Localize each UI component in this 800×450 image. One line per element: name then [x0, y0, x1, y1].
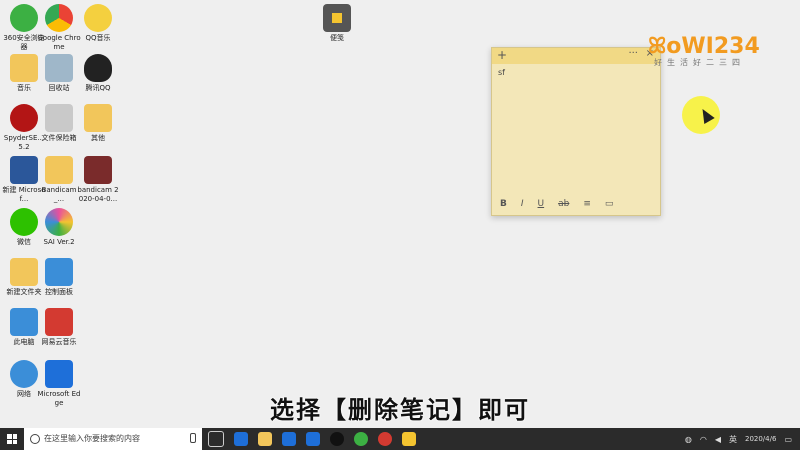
desktop-icon-label: 回收站 — [48, 84, 70, 92]
mail-icon[interactable] — [282, 432, 296, 446]
folder-icon — [45, 156, 73, 184]
file-vault-icon — [45, 104, 73, 132]
bullet-list-button[interactable]: ≡ — [583, 199, 591, 209]
note-text-area[interactable]: sf — [492, 64, 660, 81]
wechat-icon — [10, 208, 38, 236]
underline-button[interactable]: U — [538, 199, 545, 209]
recycle-bin-icon — [45, 54, 73, 82]
taskbar: 在这里输入你要搜索的内容 ◍ ◠ ◀ 英 2020/4/6 ▭ — [0, 428, 800, 450]
desktop-icon-bandicam-folder[interactable]: Bandicam_... — [37, 156, 81, 204]
word-doc-icon — [10, 156, 38, 184]
desktop-icon-label: 网易云音乐 — [41, 338, 77, 346]
desktop-icon-label: SAI Ver.2 — [43, 238, 75, 246]
search-icon — [30, 434, 40, 444]
folder-icon — [84, 104, 112, 132]
microphone-icon[interactable] — [190, 433, 196, 443]
edge-icon[interactable] — [306, 432, 320, 446]
windows-logo-icon — [7, 434, 17, 444]
task-view-icon[interactable] — [208, 431, 224, 447]
desktop-icon-chrome[interactable]: Google Chrome — [37, 4, 81, 52]
formatting-toolbar: B I U ab ≡ ▭ — [492, 197, 668, 211]
desktop-icon-bandicam-video[interactable]: bandicam 2020-04-0... — [76, 156, 120, 204]
desktop-icon-label: QQ音乐 — [85, 34, 111, 42]
desktop-icon-control-panel[interactable]: 控制面板 — [37, 258, 81, 297]
network-tray-icon[interactable]: ◠ — [700, 435, 707, 444]
control-panel-icon — [45, 258, 73, 286]
desktop-icon-sticky-notes[interactable]: 便笺 — [315, 4, 359, 43]
netease-music-icon — [45, 308, 73, 336]
desktop-icon-label: 便笺 — [330, 34, 344, 42]
desktop-icon-qq-music[interactable]: QQ音乐 — [76, 4, 120, 43]
sticky-notes-icon — [323, 4, 351, 32]
more-options-button[interactable]: ··· — [628, 48, 638, 59]
search-placeholder: 在这里输入你要搜索的内容 — [44, 434, 140, 443]
desktop-icon-recycle-bin[interactable]: 回收站 — [37, 54, 81, 93]
sai-icon — [45, 208, 73, 236]
computer-icon — [10, 308, 38, 336]
desktop-icon-file-vault[interactable]: 文件保险箱 — [37, 104, 81, 143]
italic-button[interactable]: I — [521, 199, 524, 209]
desktop-icon-label: 控制面板 — [45, 288, 73, 296]
sticky-note-window[interactable]: + ··· × sf B I U ab ≡ ▭ — [491, 47, 661, 216]
qq-penguin-icon — [84, 54, 112, 82]
desktop-icon-netease-music[interactable]: 网易云音乐 — [37, 308, 81, 347]
desktop-icon-label: 其他 — [91, 134, 105, 142]
clock[interactable]: 2020/4/6 — [745, 435, 776, 444]
store-icon[interactable] — [234, 432, 248, 446]
note-content: sf — [498, 68, 505, 77]
sticky-note-header[interactable]: + ··· × — [492, 48, 660, 64]
taskbar-search-box[interactable]: 在这里输入你要搜索的内容 — [24, 428, 202, 450]
desktop-icon-label: bandicam 2020-04-0... — [77, 186, 119, 203]
input-method-indicator[interactable]: 英 — [729, 434, 737, 445]
browser-360-icon — [10, 4, 38, 32]
desktop: 360安全浏览器 音乐 SpyderSE... 5.2 新建 Microsof.… — [0, 0, 800, 428]
bold-button[interactable]: B — [500, 199, 507, 209]
volume-icon[interactable]: ◀ — [715, 435, 721, 444]
chrome-icon — [45, 4, 73, 32]
edge-icon — [45, 360, 73, 388]
video-subtitle: 选择【删除笔记】即可 — [270, 396, 530, 424]
pinned-apps — [208, 428, 416, 450]
qq-penguin-icon[interactable] — [330, 432, 344, 446]
folder-icon — [10, 258, 38, 286]
spyder-icon — [10, 104, 38, 132]
qq-music-icon — [84, 4, 112, 32]
video-file-icon — [84, 156, 112, 184]
watermark-slogan: 好生活好二三四 — [654, 58, 745, 67]
desktop-icon-label: 文件保险箱 — [41, 134, 77, 142]
desktop-icon-qq[interactable]: 腾讯QQ — [76, 54, 120, 93]
record-icon[interactable] — [378, 432, 392, 446]
system-tray: ◍ ◠ ◀ 英 2020/4/6 ▭ — [685, 428, 792, 450]
desktop-icon-sai[interactable]: SAI Ver.2 — [37, 208, 81, 247]
folder-icon — [10, 54, 38, 82]
notifications-icon[interactable]: ▭ — [784, 435, 792, 444]
desktop-icon-label: Google Chrome — [37, 34, 81, 51]
network-icon — [10, 360, 38, 388]
browser-360-icon[interactable] — [354, 432, 368, 446]
strikethrough-button[interactable]: ab — [558, 199, 569, 209]
explorer-icon[interactable] — [258, 432, 272, 446]
insert-image-button[interactable]: ▭ — [605, 199, 614, 209]
watermark-brand: ꕤoWI234 — [648, 34, 760, 59]
desktop-icon-other-folder[interactable]: 其他 — [76, 104, 120, 143]
desktop-icon-label: 腾讯QQ — [85, 84, 111, 92]
desktop-icon-label: Bandicam_... — [41, 186, 77, 203]
start-button[interactable] — [0, 428, 24, 450]
clock-date: 2020/4/6 — [744, 434, 777, 443]
people-icon[interactable]: ◍ — [685, 435, 692, 444]
new-note-button[interactable]: + — [497, 48, 507, 62]
brand-watermark: ꕤoWI234 好生活好二三四 — [648, 34, 778, 67]
sticky-notes-icon[interactable] — [402, 432, 416, 446]
